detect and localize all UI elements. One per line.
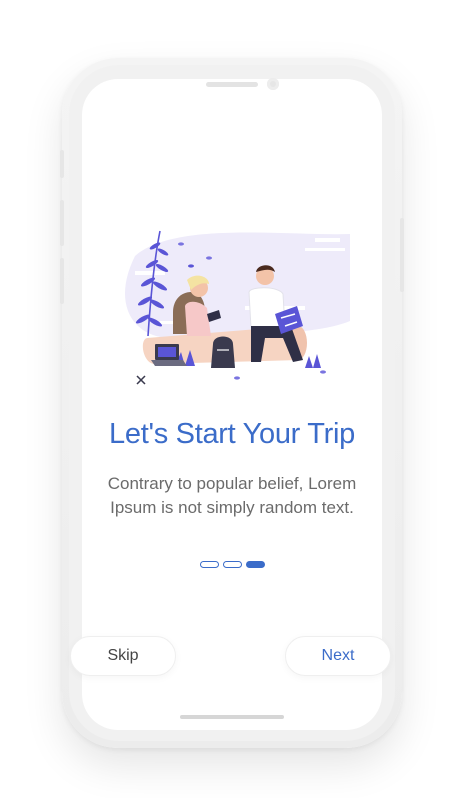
skip-button[interactable]: Skip	[70, 636, 176, 676]
next-button[interactable]: Next	[285, 636, 391, 676]
pagination-dot-1[interactable]	[200, 561, 219, 568]
phone-side-button	[60, 150, 64, 178]
page-title: Let's Start Your Trip	[109, 418, 355, 450]
trip-illustration	[125, 230, 350, 385]
home-indicator	[180, 715, 284, 719]
speaker	[206, 82, 258, 87]
page-description: Contrary to popular belief, Lorem Ipsum …	[107, 474, 357, 517]
phone-volume-up	[60, 200, 64, 246]
pagination-dot-3-active[interactable]	[246, 561, 265, 568]
phone-power-button	[400, 218, 404, 292]
screen	[82, 79, 382, 730]
pagination-indicator	[200, 561, 265, 569]
front-camera	[267, 78, 279, 90]
pagination-dot-2[interactable]	[223, 561, 242, 568]
phone-volume-down	[60, 258, 64, 304]
